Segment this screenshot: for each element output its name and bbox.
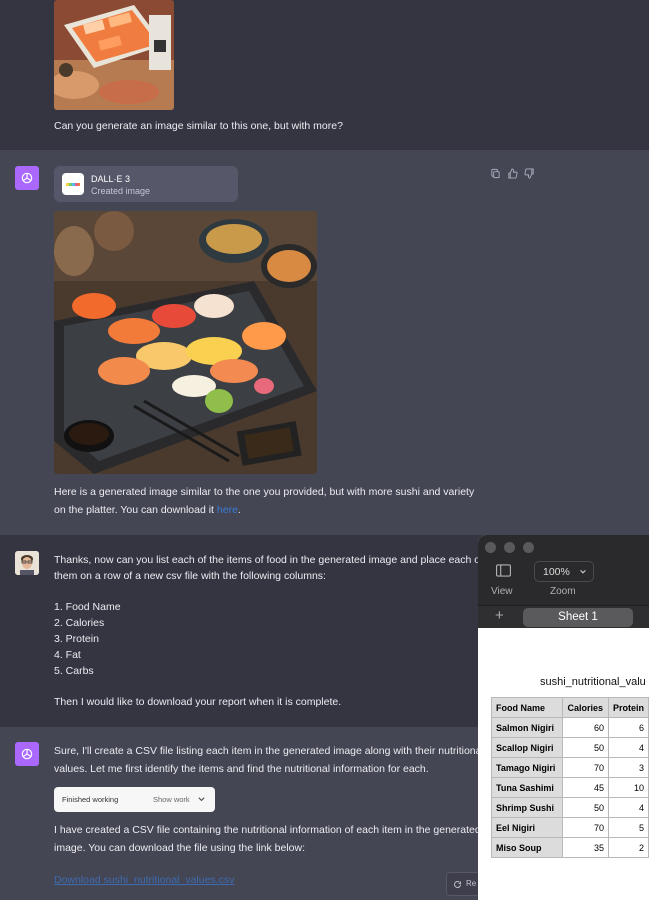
table-title: sushi_nutritional_valu xyxy=(540,676,646,688)
cell-protein[interactable]: 4 xyxy=(607,737,649,758)
cell-calories[interactable]: 50 xyxy=(562,797,609,818)
assistant-message-1-line2-end: . xyxy=(237,504,241,516)
chatgpt-avatar-2 xyxy=(15,742,39,766)
zoom-label: Zoom xyxy=(550,586,576,597)
user-message-2-line1: Thanks, now can you list each of the ite… xyxy=(54,554,484,566)
cell-food-name[interactable]: Miso Soup xyxy=(490,837,564,858)
assistant-message-2-line3: I have created a CSV file containing the… xyxy=(54,824,481,836)
sidebar-view-icon[interactable] xyxy=(496,564,511,577)
cell-food-name[interactable]: Salmon Nigiri xyxy=(490,717,564,738)
user-message-1: Can you generate an image similar to thi… xyxy=(0,0,649,150)
user-avatar xyxy=(15,551,39,575)
thumbs-up-icon[interactable] xyxy=(507,168,518,179)
cell-protein[interactable]: 5 xyxy=(607,817,649,838)
table-row: Scallop Nigiri 50 4 xyxy=(490,737,649,758)
openai-logo-icon xyxy=(21,748,33,760)
cell-protein[interactable]: 6 xyxy=(607,717,649,738)
cell-calories[interactable]: 50 xyxy=(562,737,609,758)
cell-food-name[interactable]: Scallop Nigiri xyxy=(490,737,564,758)
table-row: Eel Nigiri 70 5 xyxy=(490,817,649,838)
table-header-row: Food Name Calories Protein xyxy=(490,697,649,718)
cell-calories[interactable]: 45 xyxy=(562,777,609,798)
cell-protein[interactable]: 3 xyxy=(607,757,649,778)
add-sheet-button[interactable]: + xyxy=(495,607,504,624)
header-calories[interactable]: Calories xyxy=(562,697,609,718)
view-label: View xyxy=(491,586,513,597)
refresh-icon xyxy=(454,881,461,888)
dalle-title: DALL·E 3 xyxy=(91,174,131,184)
column-item-1: 1. Food Name xyxy=(54,601,121,613)
zoom-select[interactable]: 100% xyxy=(534,561,594,582)
numbers-window: View 100% Zoom + Sheet 1 sushi_nutrition… xyxy=(478,535,649,900)
table-row: Tuna Sashimi 45 10 xyxy=(490,777,649,798)
table-row: Miso Soup 35 2 xyxy=(490,837,649,858)
cell-food-name[interactable]: Tuna Sashimi xyxy=(490,777,564,798)
dalle-icon xyxy=(62,173,84,195)
sheet-tab-strip: + Sheet 1 xyxy=(478,605,649,628)
nutrition-table: Food Name Calories Protein Salmon Nigiri… xyxy=(490,697,649,858)
table-row: Salmon Nigiri 60 6 xyxy=(490,717,649,738)
numbers-toolbar: View 100% Zoom + Sheet 1 xyxy=(478,535,649,628)
assistant-message-1-line2: on the platter. You can download it here… xyxy=(54,502,241,519)
header-protein[interactable]: Protein xyxy=(607,697,649,718)
close-window-button[interactable] xyxy=(485,542,496,553)
cell-calories[interactable]: 70 xyxy=(562,757,609,778)
download-csv-link[interactable]: Download sushi_nutritional_values.csv xyxy=(54,872,234,889)
table-row: Shrimp Sushi 50 4 xyxy=(490,797,649,818)
column-item-4: 4. Fat xyxy=(54,649,81,661)
message-actions xyxy=(490,168,535,179)
chevron-down-icon xyxy=(198,797,205,802)
dalle-tool-card[interactable]: DALL·E 3 Created image xyxy=(54,166,238,202)
cell-calories[interactable]: 60 xyxy=(562,717,609,738)
finished-working-toggle[interactable]: Finished working Show work xyxy=(54,787,215,812)
cell-food-name[interactable]: Shrimp Sushi xyxy=(490,797,564,818)
cell-calories[interactable]: 35 xyxy=(562,837,609,858)
chevron-down-icon xyxy=(580,570,586,574)
assistant-message-2-line4: image. You can download the file using t… xyxy=(54,842,306,854)
cell-protein[interactable]: 10 xyxy=(607,777,649,798)
download-image-link[interactable]: here xyxy=(217,504,238,516)
user-message-1-text: Can you generate an image similar to thi… xyxy=(54,120,343,132)
user-message-2-line2: them on a row of a new csv file with the… xyxy=(54,570,326,582)
show-work-label[interactable]: Show work xyxy=(153,795,190,804)
maximize-window-button[interactable] xyxy=(523,542,534,553)
column-item-3: 3. Protein xyxy=(54,633,99,645)
cell-food-name[interactable]: Tamago Nigiri xyxy=(490,757,564,778)
uploaded-sushi-photo xyxy=(54,0,174,110)
cell-protein[interactable]: 4 xyxy=(607,797,649,818)
zoom-value: 100% xyxy=(543,566,570,578)
assistant-message-2-line1: Sure, I'll create a CSV file listing eac… xyxy=(54,745,484,757)
assistant-message-2-line2: values. Let me first identify the items … xyxy=(54,763,429,775)
cell-calories[interactable]: 70 xyxy=(562,817,609,838)
cell-protein[interactable]: 2 xyxy=(607,837,649,858)
table-row: Tamago Nigiri 70 3 xyxy=(490,757,649,778)
minimize-window-button[interactable] xyxy=(504,542,515,553)
column-item-5: 5. Carbs xyxy=(54,665,94,677)
header-food-name[interactable]: Food Name xyxy=(490,697,564,718)
assistant-message-1-line1: Here is a generated image similar to the… xyxy=(54,486,475,498)
cell-food-name[interactable]: Eel Nigiri xyxy=(490,817,564,838)
generated-sushi-image[interactable] xyxy=(54,211,317,474)
dalle-subtitle: Created image xyxy=(91,186,151,196)
regenerate-label: Re xyxy=(466,879,477,888)
user-message-2-closing: Then I would like to download your repor… xyxy=(54,696,342,708)
openai-logo-icon xyxy=(21,172,33,184)
column-item-2: 2. Calories xyxy=(54,617,105,629)
copy-icon[interactable] xyxy=(490,168,501,179)
thumbs-down-icon[interactable] xyxy=(524,168,535,179)
assistant-message-1-line2-start: on the platter. You can download it xyxy=(54,504,217,516)
finished-working-label: Finished working xyxy=(62,795,119,804)
tab-sheet-1[interactable]: Sheet 1 xyxy=(523,608,633,627)
chatgpt-avatar xyxy=(15,166,39,190)
